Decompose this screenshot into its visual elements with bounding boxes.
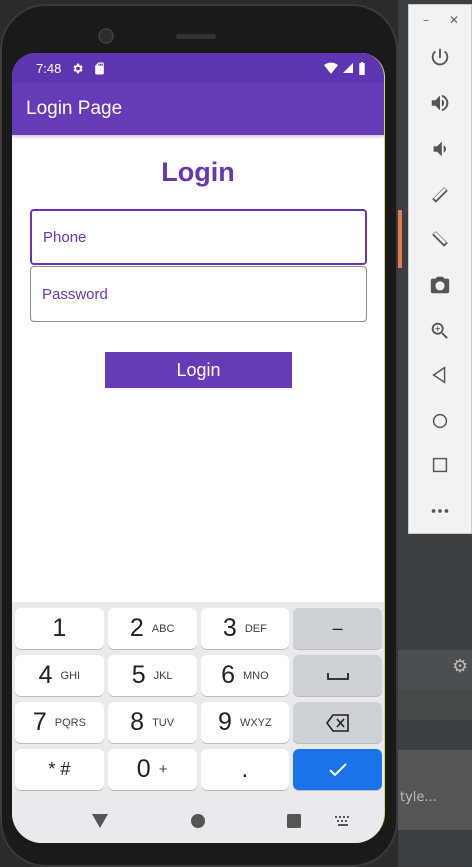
- zoom-in-icon: [431, 322, 448, 339]
- device-screen: 7:48 Login Page Login Login 1 2ABC 3DEF …: [12, 53, 385, 843]
- key-space[interactable]: [293, 655, 382, 696]
- settings-gear-icon: [73, 63, 84, 73]
- power-key-accent: [398, 210, 402, 268]
- nav-recents-icon[interactable]: [287, 814, 301, 828]
- rotate-left-button[interactable]: [409, 177, 471, 213]
- nav-home-icon[interactable]: [191, 814, 205, 828]
- rotate-left-icon: [432, 187, 448, 203]
- emulator-toolbar: – ✕: [408, 4, 472, 534]
- volume-up-button[interactable]: [409, 85, 471, 121]
- keyboard-row: 4 GHI 5 JKL 6 MNO: [15, 655, 382, 696]
- camera-icon: [430, 276, 450, 294]
- keyboard-row: 1 2 ABC 3 DEF –: [15, 608, 382, 649]
- keyboard-row: 7 PQRS 8 TUV 9 WXYZ: [15, 702, 382, 743]
- numeric-keyboard: 1 2 ABC 3 DEF – 4 GHI 5 JKL 6 MNO 7 PQRS 8 TUV …: [12, 602, 384, 797]
- password-field[interactable]: [30, 266, 367, 322]
- phone-input[interactable]: [32, 211, 365, 263]
- close-icon[interactable]: ✕: [449, 13, 459, 27]
- key-5[interactable]: 5 JKL: [107, 655, 197, 696]
- app-bar-title: Login Page: [26, 98, 123, 119]
- key-minus[interactable]: –: [293, 608, 382, 649]
- more-dots-icon: [431, 509, 449, 513]
- gear-icon[interactable]: ⚙: [452, 656, 468, 677]
- status-time: 7:48: [36, 60, 62, 76]
- rotate-right-button[interactable]: [409, 221, 471, 257]
- key-star-hash[interactable]: * #: [15, 749, 104, 790]
- screenshot-button[interactable]: [409, 267, 471, 303]
- login-button[interactable]: Login: [105, 352, 292, 388]
- ide-truncated-text: tyle...: [400, 790, 437, 805]
- more-button[interactable]: [409, 493, 471, 529]
- back-button[interactable]: [409, 357, 471, 393]
- power-icon: [431, 48, 449, 66]
- ide-panel-secondary: [398, 690, 472, 720]
- key-enter[interactable]: [293, 749, 382, 790]
- back-triangle-icon: [432, 366, 446, 384]
- backspace-icon: [325, 713, 349, 732]
- key-period[interactable]: .: [200, 749, 290, 790]
- minimize-icon[interactable]: –: [423, 13, 429, 27]
- front-camera: [98, 28, 114, 44]
- earpiece-speaker: [176, 34, 216, 39]
- phone-field[interactable]: [30, 209, 367, 265]
- overview-button[interactable]: [409, 447, 471, 483]
- space-bar-icon: [326, 672, 349, 680]
- keyboard-row: * # 0 + .: [15, 749, 382, 790]
- password-input[interactable]: [31, 267, 366, 321]
- battery-icon: [359, 61, 365, 75]
- rotate-right-icon: [432, 231, 448, 247]
- signal-icon: [343, 63, 353, 73]
- nav-back-icon[interactable]: [92, 814, 108, 828]
- overview-square-icon: [432, 457, 448, 473]
- camera-bar: [98, 26, 278, 46]
- key-1[interactable]: 1: [15, 608, 104, 649]
- key-0[interactable]: 0 +: [107, 749, 197, 790]
- zoom-button[interactable]: [409, 313, 471, 349]
- home-button[interactable]: [409, 403, 471, 439]
- power-button[interactable]: [409, 39, 471, 75]
- sd-card-icon: [95, 62, 105, 74]
- key-9[interactable]: 9 WXYZ: [200, 702, 290, 743]
- checkmark-icon: [328, 762, 347, 776]
- key-8[interactable]: 8 TUV: [107, 702, 197, 743]
- home-circle-icon: [432, 413, 448, 429]
- system-nav-bar: [12, 797, 384, 843]
- key-4[interactable]: 4 GHI: [15, 655, 104, 696]
- key-6[interactable]: 6 MNO: [200, 655, 290, 696]
- login-form: Login Login: [12, 135, 384, 655]
- volume-down-icon: [433, 141, 446, 157]
- key-backspace[interactable]: [293, 702, 382, 743]
- key-3[interactable]: 3 DEF: [200, 608, 290, 649]
- key-2[interactable]: 2 ABC: [107, 608, 197, 649]
- login-heading: Login: [161, 157, 235, 187]
- volume-down-button[interactable]: [409, 131, 471, 167]
- key-7[interactable]: 7 PQRS: [15, 702, 104, 743]
- app-bar: Login Page: [12, 83, 384, 135]
- keyboard-switch-icon[interactable]: [335, 816, 351, 826]
- volume-up-icon: [431, 94, 449, 112]
- status-bar: 7:48: [12, 53, 384, 83]
- wifi-icon: [324, 62, 338, 74]
